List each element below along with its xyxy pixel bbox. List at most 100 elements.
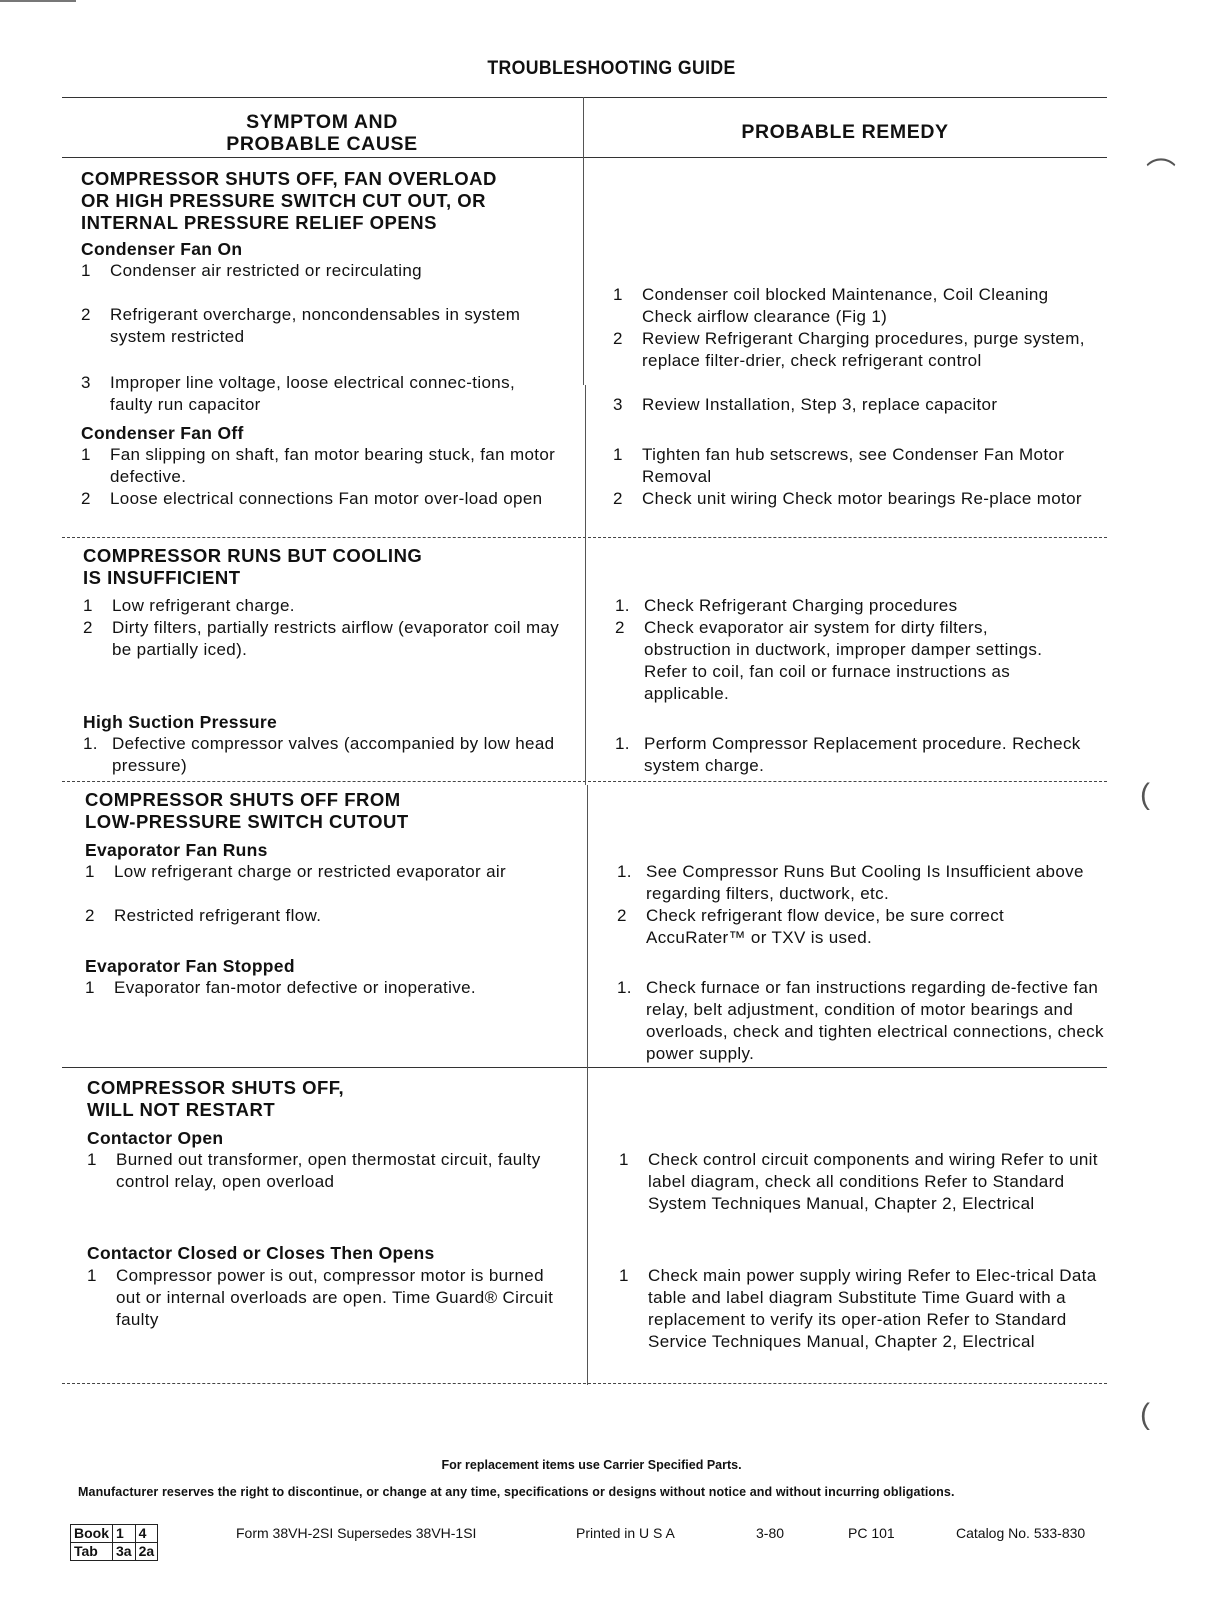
- section-title: COMPRESSOR SHUTS OFF, WILL NOT RESTART: [87, 1077, 344, 1121]
- item-text: Review Installation, Step 3, replace cap…: [642, 395, 998, 414]
- remedy-item: 2 Check unit wiring Check motor bearings …: [613, 488, 1083, 510]
- item-number: 2: [81, 489, 91, 508]
- item-number: 1: [613, 445, 623, 464]
- item-text: Defective compressor valves (accompanied…: [112, 734, 555, 775]
- punch-hole-mark: (: [1140, 1398, 1150, 1431]
- parts-note: For replacement items use Carrier Specif…: [441, 1458, 742, 1472]
- item-number: 1: [81, 445, 91, 464]
- item-text: Dirty filters, partially restricts airfl…: [112, 618, 560, 659]
- cause-item: 2 Loose electrical connections Fan motor …: [81, 488, 551, 510]
- subsection-title: High Suction Pressure: [83, 712, 277, 732]
- section-title-line: COMPRESSOR SHUTS OFF,: [87, 1077, 345, 1098]
- header-bottom-rule: [62, 157, 1107, 158]
- book-value: 1: [112, 1524, 136, 1543]
- remedy-item: 1. See Compressor Runs But Cooling Is Ins…: [617, 861, 1107, 905]
- column-header-cause: SYMPTOM AND PROBABLE CAUSE: [62, 111, 582, 155]
- item-number: 1.: [83, 734, 98, 753]
- cause-item: 2 Refrigerant overcharge, noncondensables…: [81, 304, 551, 348]
- item-number: 1.: [617, 978, 632, 997]
- tab-value: 3a: [112, 1542, 136, 1561]
- item-text: Check refrigerant flow device, be sure c…: [646, 906, 1005, 947]
- table-top-rule: [62, 97, 1107, 98]
- cause-item: 1 Burned out transformer, open thermostat…: [87, 1149, 577, 1193]
- book-tab-index: Book 1 4 Tab 3a 2a: [70, 1524, 159, 1561]
- item-text: Low refrigerant charge or restricted eva…: [114, 862, 507, 881]
- item-number: 1.: [617, 862, 632, 881]
- page-title: TROUBLESHOOTING GUIDE: [487, 58, 736, 79]
- section-title-line: LOW-PRESSURE SWITCH CUTOUT: [85, 811, 409, 832]
- subsection-title: Contactor Open: [87, 1128, 224, 1148]
- remedy-item: 3 Review Installation, Step 3, replace ca…: [613, 394, 1093, 416]
- cause-item: 1 Fan slipping on shaft, fan motor bearin…: [81, 444, 556, 488]
- item-number: 2: [617, 906, 627, 925]
- item-text: Check control circuit components and wir…: [648, 1150, 1098, 1213]
- item-text: Burned out transformer, open thermostat …: [116, 1150, 541, 1191]
- section-divider: [62, 1067, 1107, 1068]
- section-title: COMPRESSOR SHUTS OFF, FAN OVERLOAD OR HI…: [81, 168, 497, 234]
- item-number: 1: [81, 261, 91, 280]
- item-number: 1: [85, 862, 95, 881]
- cause-item: 1 Low refrigerant charge or restricted ev…: [85, 861, 575, 883]
- section-title-line: INTERNAL PRESSURE RELIEF OPENS: [81, 212, 437, 233]
- subsection-title: Evaporator Fan Stopped: [85, 956, 295, 976]
- cause-item: 2 Dirty filters, partially restricts airf…: [83, 617, 583, 661]
- item-text: Check evaporator air system for dirty fi…: [644, 618, 1043, 703]
- book-label: Book: [70, 1524, 113, 1543]
- subsection-title: Condenser Fan On: [81, 239, 243, 259]
- item-number: 2: [613, 489, 623, 508]
- section-title-line: WILL NOT RESTART: [87, 1099, 276, 1120]
- item-number: 3: [81, 373, 91, 392]
- item-number: 1: [619, 1266, 629, 1285]
- item-number: 1: [83, 596, 93, 615]
- cause-item: 3 Improper line voltage, loose electrical…: [81, 372, 551, 416]
- table-bottom-rule: [62, 1383, 1107, 1384]
- section-title: COMPRESSOR RUNS BUT COOLING IS INSUFFICI…: [83, 545, 422, 589]
- section-title-line: COMPRESSOR RUNS BUT COOLING: [83, 545, 423, 566]
- item-text: Low refrigerant charge.: [112, 596, 295, 615]
- item-text: Condenser coil blocked Maintenance, Coil…: [642, 285, 1049, 326]
- item-text: Evaporator fan-motor defective or inoper…: [114, 978, 476, 997]
- column-header-remedy: PROBABLE REMEDY: [741, 121, 949, 143]
- section-title-line: COMPRESSOR SHUTS OFF FROM: [85, 789, 401, 810]
- header-line: SYMPTOM AND: [246, 111, 398, 133]
- tab-label: Tab: [70, 1542, 113, 1561]
- scan-edge-mark: [0, 0, 76, 2]
- item-text: Loose electrical connections Fan motor o…: [110, 489, 543, 508]
- item-number: 2: [81, 305, 91, 324]
- subsection-title: Condenser Fan Off: [81, 423, 244, 443]
- book-value: 4: [134, 1524, 159, 1543]
- cause-item: 1 Compressor power is out, compressor mot…: [87, 1265, 572, 1331]
- item-text: Restricted refrigerant flow.: [114, 906, 322, 925]
- disclaimer: Manufacturer reserves the right to disco…: [78, 1485, 955, 1499]
- item-number: 1: [85, 978, 95, 997]
- catalog-number: Catalog No. 533-830: [956, 1525, 1086, 1541]
- item-number: 1.: [615, 596, 630, 615]
- remedy-item: 2 Review Refrigerant Charging procedures,…: [613, 328, 1093, 372]
- cause-item: 2 Restricted refrigerant flow.: [85, 905, 565, 927]
- remedy-item: 1 Tighten fan hub setscrews, see Condense…: [613, 444, 1093, 488]
- item-text: Check unit wiring Check motor bearings R…: [642, 489, 1082, 508]
- item-number: 2: [85, 906, 95, 925]
- remedy-item: 1. Check Refrigerant Charging procedures: [615, 595, 1095, 617]
- section-title-line: OR HIGH PRESSURE SWITCH CUT OUT, OR: [81, 190, 486, 211]
- form-number: Form 38VH-2SI Supersedes 38VH-1SI: [236, 1525, 477, 1541]
- item-text: Check main power supply wiring Refer to …: [648, 1266, 1097, 1351]
- cause-item: 1 Evaporator fan-motor defective or inope…: [85, 977, 575, 999]
- section-title: COMPRESSOR SHUTS OFF FROM LOW-PRESSURE S…: [85, 789, 409, 833]
- item-text: Check furnace or fan instructions regard…: [646, 978, 1104, 1063]
- remedy-item: 1. Perform Compressor Replacement procedu…: [615, 733, 1095, 777]
- item-text: Improper line voltage, loose electrical …: [110, 373, 516, 414]
- item-text: Compressor power is out, compressor moto…: [116, 1266, 554, 1329]
- punch-hole-mark: ⌒: [1146, 158, 1176, 191]
- item-number: 2: [615, 618, 625, 637]
- remedy-item: 1 Check main power supply wiring Refer to…: [619, 1265, 1104, 1353]
- column-divider: [585, 385, 586, 785]
- item-text: Condenser air restricted or recirculatin…: [110, 261, 422, 280]
- remedy-item: 1 Condenser coil blocked Maintenance, Coi…: [613, 284, 1093, 328]
- item-text: Review Refrigerant Charging procedures, …: [642, 329, 1085, 370]
- item-text: Fan slipping on shaft, fan motor bearing…: [110, 445, 556, 486]
- header-line: PROBABLE CAUSE: [226, 133, 418, 155]
- subsection-title: Contactor Closed or Closes Then Opens: [87, 1243, 435, 1263]
- item-number: 1: [87, 1150, 97, 1169]
- tab-value: 2a: [134, 1542, 159, 1561]
